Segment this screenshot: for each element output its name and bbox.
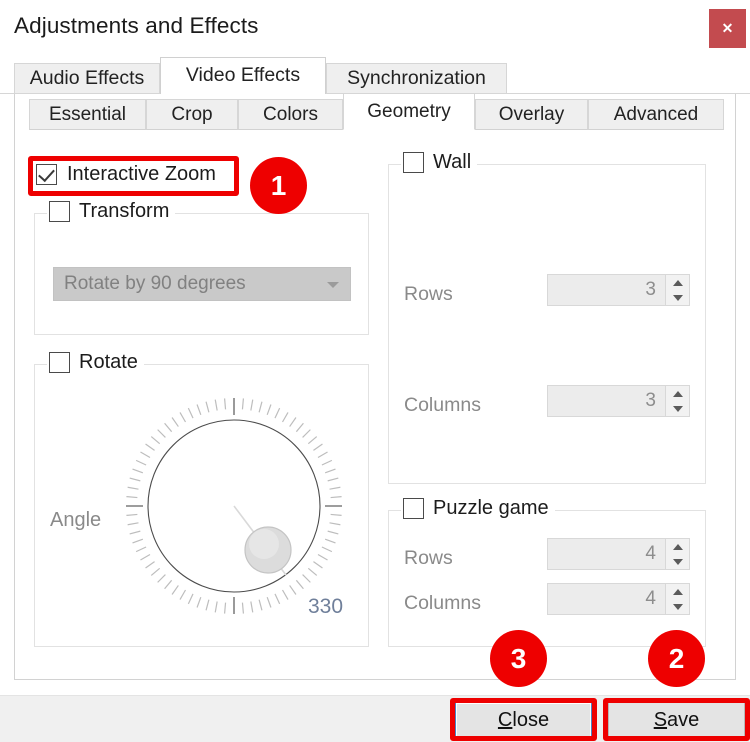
spinner-down-icon[interactable] [666,554,689,569]
save-button-mnemonic: S [653,708,668,731]
subtab-overlay[interactable]: Overlay [475,99,588,130]
spinner-up-icon[interactable] [666,275,689,290]
spinner-up-icon[interactable] [666,386,689,401]
spinner-up-icon[interactable] [666,584,689,599]
spinner-down-icon[interactable] [666,599,689,614]
puzzle-game-group-title: Puzzle game [401,497,555,520]
spinner-down-icon[interactable] [666,290,689,305]
chevron-down-icon [327,282,339,288]
rotate-group-title: Rotate [47,351,144,374]
interactive-zoom-row[interactable]: Interactive Zoom [36,163,216,186]
wall-rows-label: Rows [404,283,453,305]
transform-group-title: Transform [47,200,176,223]
subtab-essential[interactable]: Essential [29,99,146,130]
close-button[interactable]: Close [455,702,592,738]
wall-group-title: Wall [401,151,478,174]
transform-group: Transform Rotate by 90 degrees [34,200,369,335]
tab-synchronization[interactable]: Synchronization [326,63,507,94]
wall-columns-spinner[interactable]: 3 [547,385,690,417]
puzzle-columns-spinner[interactable]: 4 [547,583,690,615]
save-button[interactable]: Save [608,702,745,738]
close-icon: ✕ [721,20,734,36]
puzzle-rows-stepper[interactable] [665,539,689,569]
interactive-zoom-label: Interactive Zoom [67,163,216,185]
tab-audio-effects[interactable]: Audio Effects [14,63,160,94]
main-tab-bar: Audio Effects Video Effects Synchronizat… [0,57,750,94]
wall-columns-value: 3 [645,390,656,411]
window-close-button[interactable]: ✕ [709,9,746,48]
wall-label: Wall [433,151,472,173]
geometry-sub-tab-bar: Essential Crop Colors Geometry Overlay A… [15,93,737,130]
angle-dial-svg[interactable] [119,389,349,624]
wall-checkbox[interactable] [403,152,424,173]
puzzle-game-label: Puzzle game [433,497,549,519]
dialog-title: Adjustments and Effects [14,13,259,38]
puzzle-rows-spinner[interactable]: 4 [547,538,690,570]
title-bar: Adjustments and Effects ✕ [0,0,750,58]
rotate-checkbox[interactable] [49,352,70,373]
wall-rows-spinner[interactable]: 3 [547,274,690,306]
spinner-down-icon[interactable] [666,401,689,416]
wall-columns-label: Columns [404,394,481,416]
wall-group: Wall Rows 3 Columns 3 [388,151,706,484]
rotate-label: Rotate [79,351,138,373]
close-button-mnemonic: C [497,708,513,731]
wall-rows-stepper[interactable] [665,275,689,305]
tab-video-effects[interactable]: Video Effects [160,57,326,94]
subtab-colors[interactable]: Colors [238,99,343,130]
angle-value: 330 [308,595,344,618]
subtab-geometry[interactable]: Geometry [343,93,475,130]
transform-mode-value: Rotate by 90 degrees [64,273,246,294]
spinner-up-icon[interactable] [666,539,689,554]
interactive-zoom-checkbox[interactable] [36,164,57,185]
angle-label: Angle [50,509,102,531]
dialog-button-bar: Close Save [0,695,750,742]
subtab-crop[interactable]: Crop [146,99,238,130]
transform-label: Transform [79,200,170,222]
puzzle-game-checkbox[interactable] [403,498,424,519]
close-button-label: lose [512,708,550,731]
puzzle-game-group: Puzzle game Rows 4 Columns 4 [388,497,706,647]
save-button-label: ave [667,708,700,731]
adjustments-and-effects-dialog: Adjustments and Effects ✕ Audio Effects … [0,0,750,742]
transform-mode-select[interactable]: Rotate by 90 degrees [53,267,351,301]
wall-rows-value: 3 [645,279,656,300]
puzzle-rows-label: Rows [404,547,453,569]
angle-dial[interactable] [119,389,349,624]
rotate-group: Rotate Angle 330 [34,351,369,647]
transform-checkbox[interactable] [49,201,70,222]
puzzle-rows-value: 4 [645,543,656,564]
subtab-advanced[interactable]: Advanced [588,99,724,130]
puzzle-columns-stepper[interactable] [665,584,689,614]
puzzle-columns-value: 4 [645,588,656,609]
puzzle-columns-label: Columns [404,592,481,614]
wall-columns-stepper[interactable] [665,386,689,416]
